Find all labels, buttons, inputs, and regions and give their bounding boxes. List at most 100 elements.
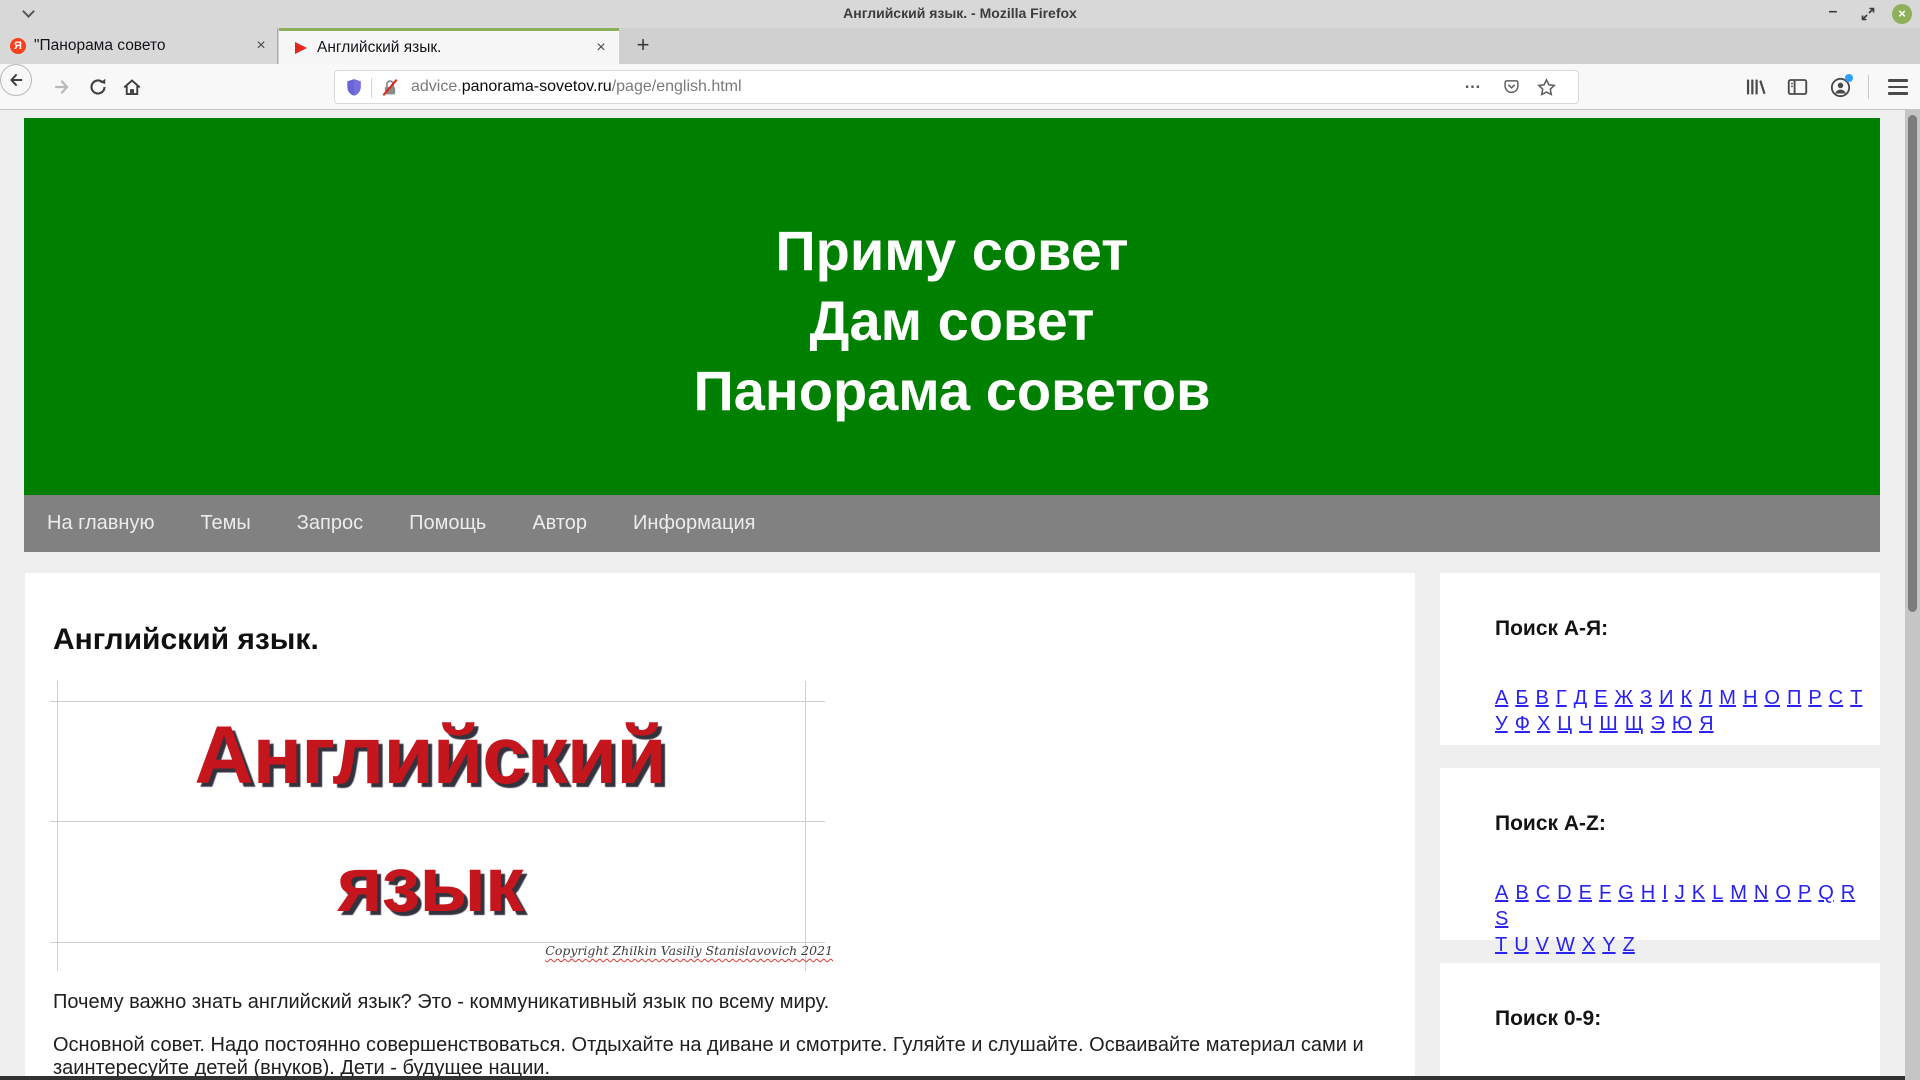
letter-link[interactable]: К [1680, 686, 1692, 710]
page-scrollbar[interactable] [1905, 110, 1920, 1080]
close-button[interactable]: × [1892, 4, 1912, 24]
crop-line [50, 701, 825, 702]
nav-link[interactable]: Помощь [409, 512, 486, 535]
pocket-icon[interactable] [1503, 79, 1520, 96]
letter-link[interactable]: X [1582, 933, 1595, 957]
letter-link[interactable]: Д [1574, 686, 1588, 710]
letter-link[interactable]: Ш [1599, 712, 1617, 736]
letter-link[interactable]: М [1719, 686, 1736, 710]
letter-link[interactable]: Э [1651, 712, 1665, 736]
letter-link[interactable]: O [1775, 881, 1791, 905]
letter-link[interactable]: B [1515, 881, 1528, 905]
letter-link[interactable]: Z [1623, 933, 1635, 957]
sidebars-button[interactable] [1787, 77, 1807, 97]
letter-link[interactable]: И [1659, 686, 1673, 710]
url-prefix: advice. [411, 78, 462, 95]
url-bar[interactable]: advice.panorama-sovetov.ru/page/english.… [334, 70, 1579, 104]
letter-link[interactable]: H [1641, 881, 1655, 905]
tab-close-icon[interactable]: × [593, 40, 609, 56]
page-viewport: Приму совет Дам совет Панорама советов Н… [0, 110, 1920, 1080]
tracking-protection-shield-icon[interactable] [345, 78, 363, 97]
letter-link[interactable]: В [1535, 686, 1548, 710]
tab-panorama-sovetov[interactable]: Я "Панорама совето × [0, 28, 278, 64]
letter-link[interactable]: А [1495, 686, 1508, 710]
reload-icon [88, 77, 108, 97]
menu-button[interactable] [1888, 79, 1908, 95]
letter-link[interactable]: F [1599, 881, 1611, 905]
letter-link[interactable]: V [1536, 933, 1549, 957]
letter-link[interactable]: G [1618, 881, 1634, 905]
site-banner: Приму совет Дам совет Панорама советов [24, 118, 1880, 495]
letter-link[interactable]: D [1557, 881, 1571, 905]
letter-link[interactable]: I [1662, 881, 1668, 905]
letter-link[interactable]: Х [1537, 712, 1550, 736]
letter-link[interactable]: A [1495, 881, 1508, 905]
letter-link[interactable]: З [1640, 686, 1652, 710]
letter-link[interactable]: Ц [1557, 712, 1572, 736]
image-copyright: Copyright Zhilkin Vasiliy Stanislavovich… [545, 943, 833, 958]
tab-bar: Я "Панорама совето × Английский язык. × … [0, 28, 1920, 64]
letter-link[interactable]: K [1692, 881, 1705, 905]
forward-button[interactable] [52, 77, 72, 97]
search-block-title: Поиск А-Я: [1495, 617, 1880, 641]
letter-link[interactable]: Г [1556, 686, 1567, 710]
letter-link[interactable]: П [1787, 686, 1801, 710]
library-button[interactable] [1745, 77, 1765, 97]
nav-link[interactable]: На главную [47, 512, 154, 535]
letter-link[interactable]: Q [1818, 881, 1834, 905]
letter-link[interactable]: Y [1602, 933, 1615, 957]
page-actions-icon[interactable]: … [1464, 73, 1482, 93]
letter-link[interactable]: Я [1699, 712, 1713, 736]
bookmark-star-icon[interactable] [1537, 78, 1556, 97]
letter-link[interactable]: Н [1743, 686, 1757, 710]
letter-link[interactable]: L [1712, 881, 1723, 905]
maximize-button[interactable] [1860, 6, 1876, 22]
reload-button[interactable] [88, 77, 108, 97]
letter-link[interactable]: C [1536, 881, 1550, 905]
tab-close-icon[interactable]: × [253, 38, 269, 54]
letter-link[interactable]: С [1829, 686, 1843, 710]
letter-link[interactable]: E [1579, 881, 1592, 905]
letter-link[interactable]: J [1675, 881, 1685, 905]
letter-link[interactable]: Ф [1515, 712, 1530, 736]
letter-link[interactable]: Б [1515, 686, 1528, 710]
new-tab-button[interactable]: + [630, 33, 656, 59]
scrollbar-thumb[interactable] [1908, 115, 1917, 612]
banner-line: Приму совет [24, 216, 1880, 286]
red-flag-icon [293, 40, 309, 56]
account-button[interactable] [1830, 77, 1850, 97]
letter-link[interactable]: Щ [1625, 712, 1644, 736]
letter-link[interactable]: T [1495, 933, 1507, 957]
letter-link[interactable]: R [1841, 881, 1855, 905]
home-button[interactable] [122, 77, 142, 97]
letter-link[interactable]: У [1495, 712, 1508, 736]
letter-link[interactable]: Л [1699, 686, 1712, 710]
insecure-lock-icon[interactable] [381, 78, 399, 97]
letter-link[interactable]: M [1730, 881, 1747, 905]
paragraph: Основной совет. Надо постоянно совершенс… [53, 1034, 1401, 1080]
letter-link[interactable]: Е [1594, 686, 1607, 710]
letter-link[interactable]: S [1495, 907, 1508, 931]
url-domain: panorama-sovetov.ru [462, 78, 612, 95]
letter-link[interactable]: N [1754, 881, 1768, 905]
letter-link[interactable]: P [1798, 881, 1811, 905]
minimize-button[interactable]: – [1824, 4, 1842, 22]
window-titlebar[interactable]: Английский язык. - Mozilla Firefox – × [0, 0, 1920, 28]
back-button[interactable] [0, 64, 32, 96]
url-text[interactable]: advice.panorama-sovetov.ru/page/english.… [411, 78, 742, 96]
letter-link[interactable]: U [1514, 933, 1528, 957]
nav-link[interactable]: Темы [200, 512, 250, 535]
letter-link[interactable]: W [1556, 933, 1575, 957]
letter-link[interactable]: Т [1850, 686, 1862, 710]
letter-index: АБВГДЕЖЗИКЛМНОПРСТ УФХЦЧШЩЭЮЯ [1495, 686, 1880, 738]
account-notification-dot [1845, 74, 1853, 82]
letter-link[interactable]: Р [1808, 686, 1821, 710]
letter-link[interactable]: Ч [1579, 712, 1592, 736]
letter-link[interactable]: Ж [1615, 686, 1633, 710]
nav-link[interactable]: Информация [633, 512, 755, 535]
nav-link[interactable]: Запрос [297, 512, 363, 535]
letter-link[interactable]: О [1764, 686, 1780, 710]
tab-english-active[interactable]: Английский язык. × [279, 28, 619, 64]
letter-link[interactable]: Ю [1672, 712, 1692, 736]
nav-link[interactable]: Автор [532, 512, 587, 535]
